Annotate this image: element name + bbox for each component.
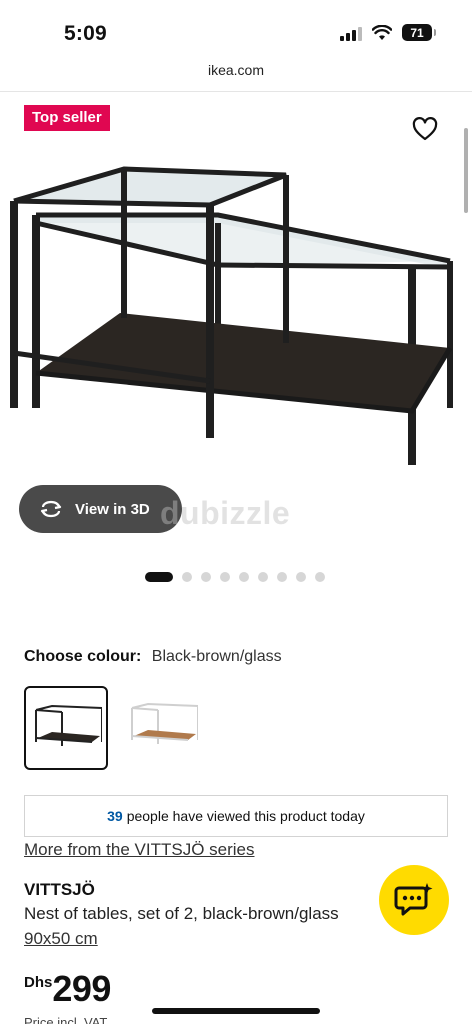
- carousel-dot[interactable]: [296, 572, 306, 582]
- price-value: 299: [52, 968, 111, 1009]
- colour-chooser: Choose colour: Black-brown/glass: [24, 648, 282, 666]
- rotate-3d-icon: [40, 500, 62, 518]
- status-icons: 71: [340, 24, 436, 41]
- colour-swatch-black-brown[interactable]: [24, 686, 108, 770]
- swatch-image: [131, 702, 198, 744]
- carousel-dot[interactable]: [201, 572, 211, 582]
- heart-icon[interactable]: [412, 117, 438, 141]
- watermark-logo: dubizzle: [160, 495, 291, 531]
- viewed-count: 39: [107, 808, 123, 824]
- product-name: VITTSJÖ: [24, 880, 95, 899]
- top-seller-badge: Top seller: [24, 105, 110, 131]
- battery-indicator: 71: [402, 24, 436, 41]
- chat-sparkle-icon: [394, 883, 433, 916]
- carousel-dot[interactable]: [315, 572, 325, 582]
- product-price: Dhs 299: [24, 968, 111, 1010]
- price-note: Price incl. VAT: [24, 1015, 108, 1024]
- status-time: 5:09: [64, 22, 107, 45]
- wifi-icon: [372, 24, 392, 40]
- product-image: [10, 166, 453, 465]
- carousel-dots[interactable]: [145, 572, 325, 582]
- home-indicator[interactable]: [152, 1008, 320, 1014]
- colour-swatch-white[interactable]: [122, 686, 206, 770]
- product-size-link[interactable]: 90x50 cm: [24, 929, 98, 949]
- view-in-3d-button[interactable]: View in 3D: [19, 485, 182, 533]
- series-link[interactable]: More from the VITTSJÖ series: [24, 840, 255, 860]
- carousel-dot[interactable]: [145, 572, 173, 582]
- chat-button[interactable]: [379, 865, 449, 935]
- view-in-3d-label: View in 3D: [75, 500, 150, 518]
- carousel-dot[interactable]: [239, 572, 249, 582]
- viewed-text: people have viewed this product today: [126, 808, 365, 824]
- url-bar[interactable]: ikea.com: [0, 62, 472, 92]
- product-gallery[interactable]: Top seller View in 3D dubizzle: [0, 93, 472, 613]
- colour-value: Black-brown/glass: [151, 648, 282, 665]
- signal-icon: [340, 25, 362, 41]
- product-description: Nest of tables, set of 2, black-brown/gl…: [24, 904, 339, 923]
- carousel-dot[interactable]: [277, 572, 287, 582]
- swatch-image: [35, 704, 102, 746]
- status-bar: 5:09 71: [0, 0, 472, 60]
- carousel-dot[interactable]: [258, 572, 268, 582]
- carousel-dot[interactable]: [220, 572, 230, 582]
- carousel-dot[interactable]: [182, 572, 192, 582]
- price-currency: Dhs: [24, 974, 53, 991]
- colour-label: Choose colour:: [24, 648, 142, 665]
- viewed-today-banner: 39 people have viewed this product today: [24, 795, 448, 837]
